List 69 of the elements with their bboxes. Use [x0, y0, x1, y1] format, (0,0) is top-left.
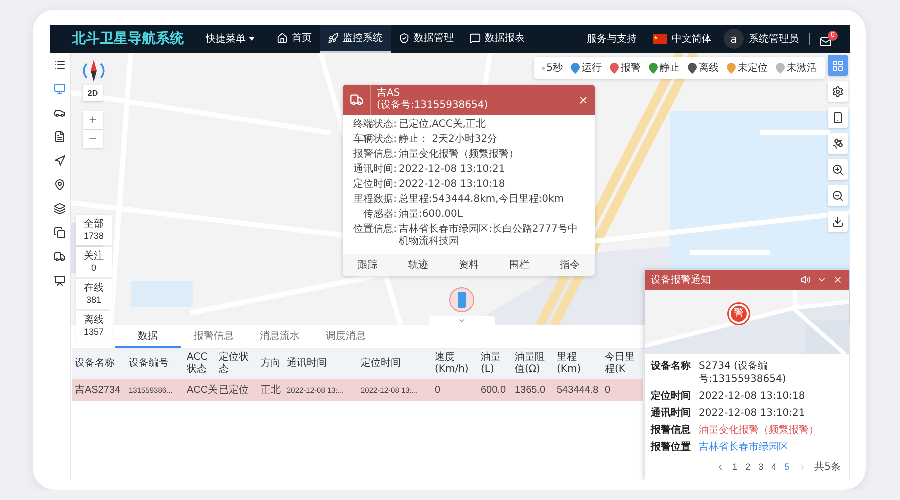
shield-icon: [399, 32, 410, 44]
column-header: 油量阻值(Ω): [514, 352, 546, 376]
screen-icon: [54, 275, 66, 287]
tab[interactable]: 调度消息: [313, 325, 379, 348]
page-button[interactable]: 1: [732, 462, 738, 472]
table-cell-text: 正北: [260, 384, 282, 397]
field-value: S2734 (设备编号:13155938654): [699, 360, 788, 386]
field-label: 设备名称: [651, 360, 692, 374]
column-header: 速度(Km/h): [434, 352, 470, 376]
support-link[interactable]: 服务与支持: [587, 32, 637, 46]
field-value: 2022-12-08 13:10:21: [699, 407, 806, 420]
table-cell-text: 已定位: [218, 384, 250, 397]
document-icon: [54, 131, 66, 143]
nav-item[interactable]: 数据报表: [462, 25, 533, 53]
column-header: 设备编号: [128, 358, 170, 370]
page-button[interactable]: 3: [758, 462, 764, 472]
nav-item[interactable]: 数据管理: [391, 25, 462, 53]
flag-icon: [653, 34, 667, 44]
monitor-icon: [54, 83, 66, 95]
nav-item[interactable]: 监控系统: [320, 25, 391, 53]
field-label: 报警位置: [651, 441, 692, 454]
field-value: 油量变化报警（频繁报警）: [699, 424, 820, 437]
home-icon: [277, 32, 288, 44]
table-cell-text: 0: [604, 384, 612, 396]
app-logo: 北斗卫星导航系统: [72, 30, 184, 48]
copy-icon: [54, 227, 66, 239]
rocket-icon: [328, 32, 339, 44]
user-name: 系统管理员: [749, 32, 799, 46]
table-cell-text: ACC关: [186, 384, 216, 397]
layers-icon: [54, 203, 66, 215]
navigation-icon: [54, 155, 66, 167]
total-count: 共5条: [814, 460, 841, 474]
language-selector[interactable]: 中文简体: [653, 32, 712, 46]
field-label: 报警信息: [651, 424, 692, 437]
page-button[interactable]: 2: [746, 462, 751, 472]
tab[interactable]: 报警信息: [181, 325, 247, 348]
mail-icon: [820, 36, 832, 48]
tab[interactable]: 消息流水: [247, 325, 313, 348]
sidebar-item[interactable]: [52, 225, 68, 241]
table-cell-text: 543444.8: [556, 384, 600, 396]
quick-menu-button[interactable]: 快捷菜单: [206, 32, 255, 46]
table-cell-text: 0: [434, 384, 442, 396]
column-header: 设备名称: [74, 358, 116, 370]
column-header: 定位时间: [360, 358, 402, 370]
column-header: 定位状态: [218, 352, 250, 376]
map-pin-icon: [54, 179, 66, 191]
column-header: 今日里程(K: [604, 352, 636, 376]
field-value: 2022-12-08 13:10:18: [699, 390, 806, 403]
field-label: 定位时间: [651, 390, 692, 403]
sidebar-item[interactable]: [52, 201, 68, 217]
count-value: 1357: [84, 326, 104, 338]
caret-icon: [249, 37, 255, 41]
sidebar-item[interactable]: [52, 153, 68, 169]
table-cell-text: 600.0: [480, 384, 508, 396]
sidebar-item[interactable]: [52, 273, 68, 289]
column-header: 油量(L): [480, 352, 502, 376]
page-button[interactable]: 4: [772, 462, 777, 472]
table-cell-text: 吉AS2734: [74, 384, 122, 397]
nav-item[interactable]: 首页: [269, 25, 320, 53]
car-icon: [54, 107, 66, 119]
column-header: 里程(Km): [556, 352, 582, 376]
chat-icon: [470, 32, 481, 44]
field-label: 通讯时间: [651, 407, 692, 420]
column-header: ACC状态: [186, 352, 209, 376]
column-header: 方向: [260, 358, 282, 370]
column-header: 通讯时间: [286, 358, 328, 370]
truck-icon: [54, 251, 66, 263]
user-avatar[interactable]: a: [724, 29, 744, 49]
table-cell-text: 1365.0: [514, 384, 547, 396]
